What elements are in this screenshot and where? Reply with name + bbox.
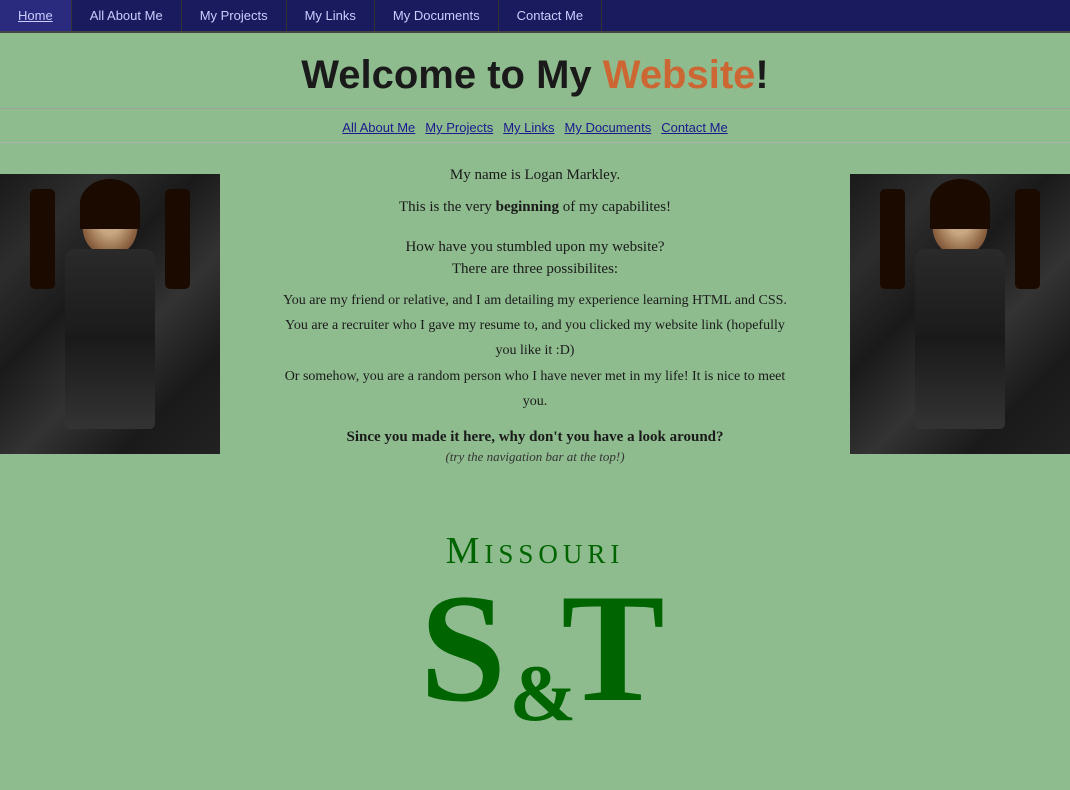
text-content: My name is Logan Markley. This is the ve…: [220, 143, 850, 485]
sec-nav-contact[interactable]: Contact Me: [661, 120, 727, 135]
hair-long-right-left: [165, 189, 190, 289]
content-with-images: My name is Logan Markley. This is the ve…: [0, 143, 1070, 485]
cta-hint: (try the navigation bar at the top!): [280, 449, 790, 465]
hair-right: [930, 179, 990, 229]
intro-prefix: This is the very: [399, 199, 496, 215]
hair-long-left: [30, 189, 55, 289]
right-person-image: [850, 174, 1070, 454]
hair-long-right-right: [1015, 189, 1040, 289]
sec-nav-documents[interactable]: My Documents: [565, 120, 652, 135]
list-item1: You are my friend or relative, and I am …: [283, 293, 787, 308]
welcome-suffix: !: [755, 53, 768, 97]
sec-nav-about[interactable]: All About Me: [342, 120, 415, 135]
intro-line1: My name is Logan Markley.: [280, 163, 790, 187]
question-prefix: There are: [452, 261, 513, 277]
page-title: Welcome to My Website!: [0, 53, 1070, 98]
hair-left: [80, 179, 140, 229]
list-item2: You are a recruiter who I gave my resume…: [285, 318, 785, 358]
right-image-container: [850, 143, 1070, 485]
welcome-highlight: Website: [603, 53, 756, 97]
question-line2: There are three possibilites:: [280, 261, 790, 278]
mst-svg: Missouri S & T: [395, 515, 675, 735]
intro-suffix: of my capabilites!: [559, 199, 671, 215]
logo-section: Missouri S & T: [0, 485, 1070, 790]
nav-links[interactable]: My Links: [287, 0, 375, 31]
sec-nav-projects[interactable]: My Projects: [425, 120, 493, 135]
svg-text:S: S: [420, 562, 506, 734]
nav-documents[interactable]: My Documents: [375, 0, 499, 31]
hair-long-left-right: [880, 189, 905, 289]
left-image-container: [0, 143, 220, 485]
welcome-prefix: Welcome to My: [301, 53, 603, 97]
header-section: Welcome to My Website!: [0, 33, 1070, 109]
intro-line2: This is the very beginning of my capabil…: [280, 195, 790, 219]
cta-text: Since you made it here, why don't you ha…: [280, 429, 790, 446]
question-line1: How have you stumbled upon my website?: [280, 239, 790, 256]
question-italic: three: [513, 261, 543, 277]
navbar: Home All About Me My Projects My Links M…: [0, 0, 1070, 33]
nav-contact[interactable]: Contact Me: [499, 0, 602, 31]
left-person-image: [0, 174, 220, 454]
nav-home[interactable]: Home: [0, 0, 72, 31]
main-content: Welcome to My Website! All About Me My P…: [0, 33, 1070, 790]
nav-projects[interactable]: My Projects: [182, 0, 287, 31]
secondary-nav: All About Me My Projects My Links My Doc…: [0, 109, 1070, 143]
list-items: You are my friend or relative, and I am …: [280, 288, 790, 414]
list-item3: Or somehow, you are a random person who …: [285, 369, 786, 409]
svg-text:T: T: [561, 562, 664, 734]
intro-bold: beginning: [496, 199, 559, 215]
sec-nav-links[interactable]: My Links: [503, 120, 554, 135]
nav-about[interactable]: All About Me: [72, 0, 182, 31]
question-suffix: possibilites:: [543, 261, 618, 277]
mst-logo: Missouri S & T: [395, 515, 675, 740]
